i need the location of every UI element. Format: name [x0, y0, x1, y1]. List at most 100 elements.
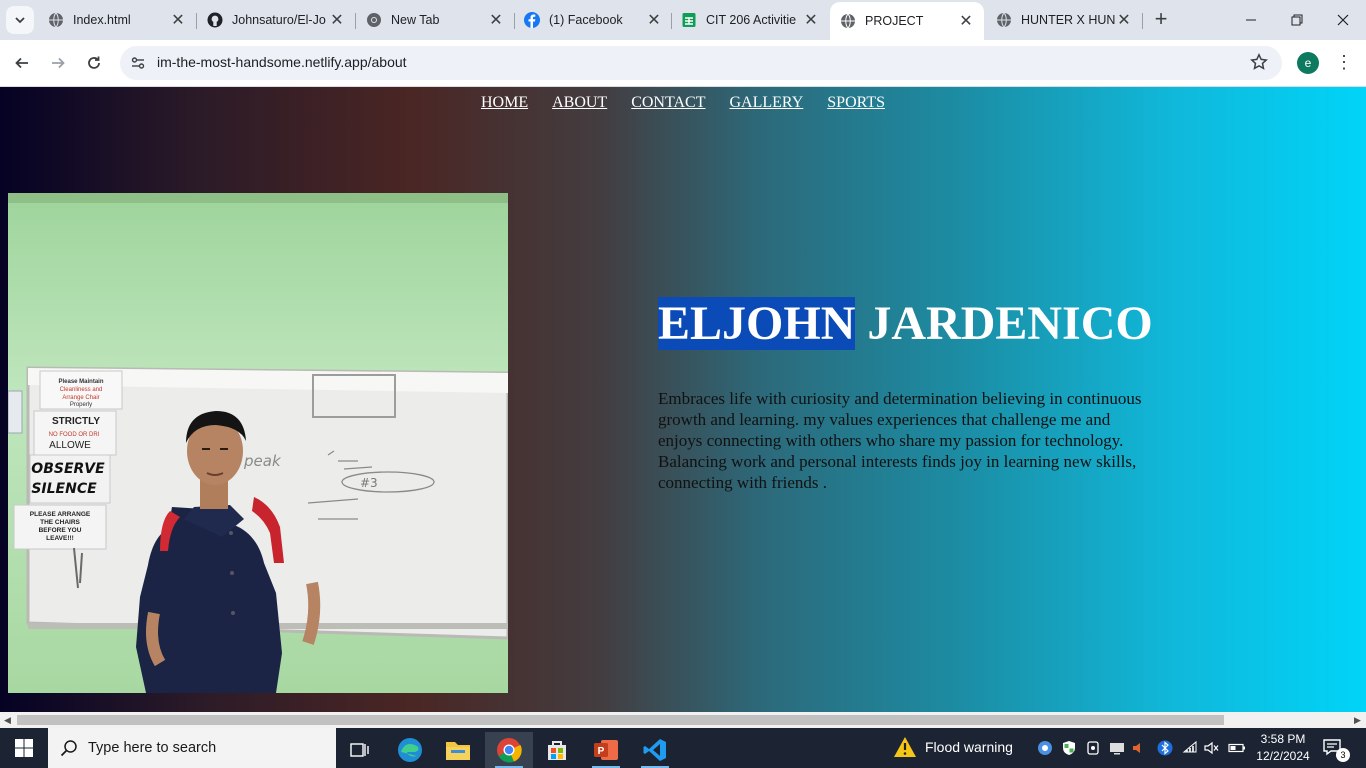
nav-gallery-link[interactable]: GALLERY — [729, 94, 803, 111]
weather-alert-text: Flood warning — [925, 739, 1013, 755]
tab-title: Index.html — [73, 13, 131, 27]
svg-text:peak: peak — [243, 452, 282, 470]
battery-icon[interactable] — [1228, 739, 1246, 757]
site-nav: HOME ABOUT CONTACT GALLERY SPORTS — [0, 94, 1366, 112]
tab-cit206[interactable]: CIT 206 Activitie ✕ — [671, 4, 829, 36]
store-icon — [548, 741, 566, 760]
tab-divider — [1142, 13, 1143, 29]
svg-text:Arrange Chair: Arrange Chair — [62, 395, 99, 401]
tray-app-icon[interactable] — [1036, 739, 1054, 757]
start-button[interactable] — [0, 728, 48, 768]
horizontal-scrollbar[interactable]: ◀ ▶ — [0, 712, 1366, 728]
close-icon[interactable]: ✕ — [1116, 10, 1132, 30]
search-icon — [60, 739, 78, 761]
page-title: ELJOHN JARDENICO — [658, 295, 1153, 353]
system-clock[interactable]: 3:58 PM 12/2/2024 — [1252, 731, 1314, 765]
profile-photo-illustration: Please Maintain Cleanliness and Arrange … — [8, 193, 508, 693]
tab-github[interactable]: Johnsaturo/El-Jo ✕ — [197, 4, 355, 36]
nav-sports-link[interactable]: SPORTS — [827, 94, 885, 111]
taskbar-vscode[interactable] — [631, 732, 679, 768]
scroll-right-arrow-icon[interactable]: ▶ — [1354, 715, 1361, 726]
nav-home-link[interactable]: HOME — [481, 94, 528, 111]
svg-text:Properly: Properly — [70, 402, 92, 408]
close-icon[interactable]: ✕ — [170, 10, 186, 30]
globe-icon — [48, 12, 64, 28]
tray-device-icon[interactable] — [1084, 739, 1102, 757]
taskbar-chrome[interactable] — [485, 732, 533, 768]
restore-button[interactable] — [1274, 0, 1320, 40]
sheets-icon — [681, 12, 697, 28]
address-bar[interactable]: im-the-most-handsome.netlify.app/about — [120, 46, 1282, 80]
scrollbar-thumb[interactable] — [17, 715, 1224, 725]
tab-title: (1) Facebook — [549, 13, 623, 27]
weather-alert[interactable]: Flood warning — [893, 736, 1013, 758]
svg-text:SILENCE: SILENCE — [31, 481, 97, 497]
powerpoint-icon: P — [594, 740, 618, 760]
speaker-alert-icon[interactable] — [1130, 739, 1148, 757]
tab-facebook[interactable]: (1) Facebook ✕ — [514, 4, 672, 36]
warning-icon — [894, 737, 916, 757]
svg-text:Cleanliness and: Cleanliness and — [60, 387, 103, 393]
browser-tab-strip: Index.html ✕ Johnsaturo/El-Jo ✕ New Tab … — [0, 0, 1366, 40]
tab-title: HUNTER X HUN — [1021, 13, 1116, 27]
nav-contact-link[interactable]: CONTACT — [631, 94, 705, 111]
taskbar-edge[interactable] — [386, 732, 434, 768]
new-tab-button[interactable]: + — [1150, 8, 1172, 31]
windows-logo-icon — [15, 739, 33, 757]
task-view-icon — [350, 743, 369, 757]
tab-new-tab[interactable]: New Tab ✕ — [356, 4, 514, 36]
window-close-button[interactable] — [1320, 0, 1366, 40]
svg-text:ALLOWE: ALLOWE — [49, 440, 91, 451]
volume-muted-icon[interactable] — [1203, 739, 1221, 757]
tab-title: PROJECT — [865, 14, 924, 28]
svg-text:STRICTLY: STRICTLY — [52, 416, 100, 427]
bluetooth-icon[interactable] — [1156, 739, 1174, 757]
close-icon[interactable]: ✕ — [646, 10, 662, 30]
scroll-left-arrow-icon[interactable]: ◀ — [4, 715, 11, 726]
more-menu-icon[interactable]: ⋮ — [1334, 52, 1354, 74]
notification-center-button[interactable]: 3 — [1322, 737, 1350, 762]
tab-title: Johnsaturo/El-Jo — [232, 13, 326, 27]
tab-project[interactable]: PROJECT ✕ — [830, 2, 984, 40]
close-icon[interactable]: ✕ — [329, 10, 345, 30]
page-title-last-name: JARDENICO — [867, 297, 1153, 351]
tray-display-icon[interactable] — [1108, 739, 1126, 757]
minimize-button[interactable] — [1228, 0, 1274, 40]
profile-avatar[interactable]: e — [1297, 52, 1319, 74]
close-icon[interactable]: ✕ — [958, 11, 974, 31]
url-text[interactable]: im-the-most-handsome.netlify.app/about — [157, 54, 407, 70]
wifi-icon[interactable] — [1181, 739, 1199, 757]
svg-text:BEFORE YOU: BEFORE YOU — [39, 527, 82, 534]
nav-about-link[interactable]: ABOUT — [552, 94, 607, 111]
reload-icon — [88, 56, 100, 69]
profile-photo: Please Maintain Cleanliness and Arrange … — [8, 193, 508, 693]
tab-index[interactable]: Index.html ✕ — [38, 4, 196, 36]
globe-icon — [840, 13, 856, 29]
minimize-icon — [1246, 19, 1256, 21]
chrome-icon — [366, 12, 382, 28]
svg-text:THE CHAIRS: THE CHAIRS — [40, 519, 80, 526]
tab-title: New Tab — [391, 13, 440, 27]
taskbar-powerpoint[interactable]: P — [582, 732, 630, 768]
reload-button[interactable] — [81, 50, 107, 76]
svg-text:OBSERVE: OBSERVE — [31, 461, 105, 477]
tab-search-button[interactable] — [6, 6, 34, 34]
taskbar-store[interactable] — [533, 732, 581, 768]
page-title-first-name: ELJOHN — [658, 297, 856, 351]
back-button[interactable] — [9, 50, 35, 76]
forward-button[interactable] — [45, 50, 71, 76]
folder-icon — [446, 742, 470, 760]
defender-shield-icon[interactable] — [1060, 739, 1078, 757]
svg-text:P: P — [598, 746, 605, 757]
task-view-button[interactable] — [336, 732, 384, 768]
taskbar-search-box[interactable]: Type here to search — [48, 728, 336, 768]
taskbar-file-explorer[interactable] — [434, 732, 482, 768]
bookmark-star-icon[interactable] — [1250, 53, 1268, 76]
arrow-right-icon — [52, 57, 65, 69]
close-icon[interactable]: ✕ — [803, 10, 819, 30]
site-settings-icon[interactable] — [130, 55, 146, 76]
tab-hunter[interactable]: HUNTER X HUN ✕ — [986, 4, 1142, 36]
clock-date: 12/2/2024 — [1256, 749, 1310, 763]
browser-toolbar: im-the-most-handsome.netlify.app/about e… — [0, 40, 1366, 87]
close-icon[interactable]: ✕ — [488, 10, 504, 30]
